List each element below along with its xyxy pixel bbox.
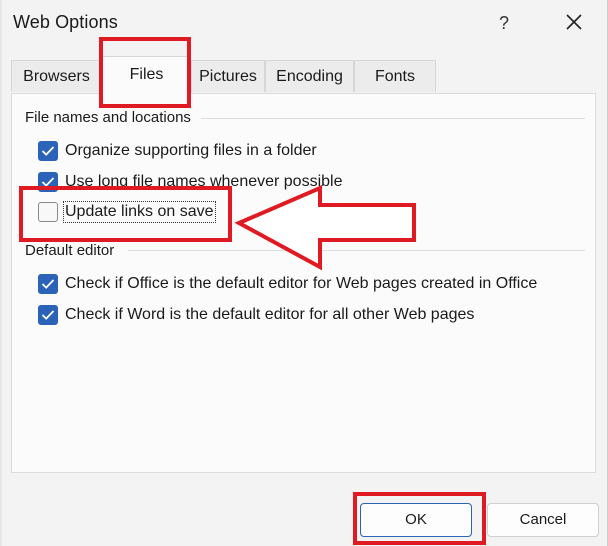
checkbox-use-long-file-names[interactable] [38, 172, 58, 192]
tab-files[interactable]: Files [102, 56, 191, 94]
option-label: Update links on save [63, 201, 216, 223]
group-divider [201, 118, 585, 119]
option-word-default-editor[interactable]: Check if Word is the default editor for … [38, 303, 474, 327]
checkbox-word-default-editor[interactable] [38, 305, 58, 325]
checkbox-update-links-on-save[interactable] [38, 202, 58, 222]
left-arrow-icon [234, 184, 416, 271]
option-label: Check if Word is the default editor for … [65, 306, 475, 323]
group-default-editor-label: Default editor [25, 242, 115, 259]
dialog-title: Web Options [13, 12, 118, 32]
title-bar: Web Options ? [0, 0, 607, 46]
cancel-button[interactable]: Cancel [487, 503, 599, 537]
option-label: Check if Office is the default editor fo… [65, 275, 538, 292]
checkbox-organize-supporting-files[interactable] [38, 141, 58, 161]
option-office-default-editor[interactable]: Check if Office is the default editor fo… [38, 272, 537, 296]
checkmark-icon [41, 177, 55, 187]
checkbox-office-default-editor[interactable] [38, 274, 58, 294]
close-icon [566, 14, 582, 30]
help-button[interactable]: ? [488, 8, 520, 38]
tab-fonts[interactable]: Fonts [354, 60, 436, 92]
option-organize-supporting-files[interactable]: Organize supporting files in a folder [38, 139, 317, 163]
window-edge [0, 0, 2, 546]
tab-pictures[interactable]: Pictures [191, 60, 265, 92]
tab-browsers[interactable]: Browsers [11, 60, 102, 92]
close-button[interactable] [556, 8, 592, 38]
ok-button[interactable]: OK [360, 503, 472, 537]
web-options-dialog: Web Options ? Browsers Files Pictures En… [0, 0, 608, 546]
tab-encoding[interactable]: Encoding [265, 60, 354, 92]
option-label: Organize supporting files in a folder [65, 142, 317, 159]
checkmark-icon [41, 310, 55, 320]
option-update-links-on-save[interactable]: Update links on save [38, 200, 216, 224]
checkmark-icon [41, 146, 55, 156]
checkmark-icon [41, 279, 55, 289]
group-file-names-label: File names and locations [25, 109, 191, 126]
